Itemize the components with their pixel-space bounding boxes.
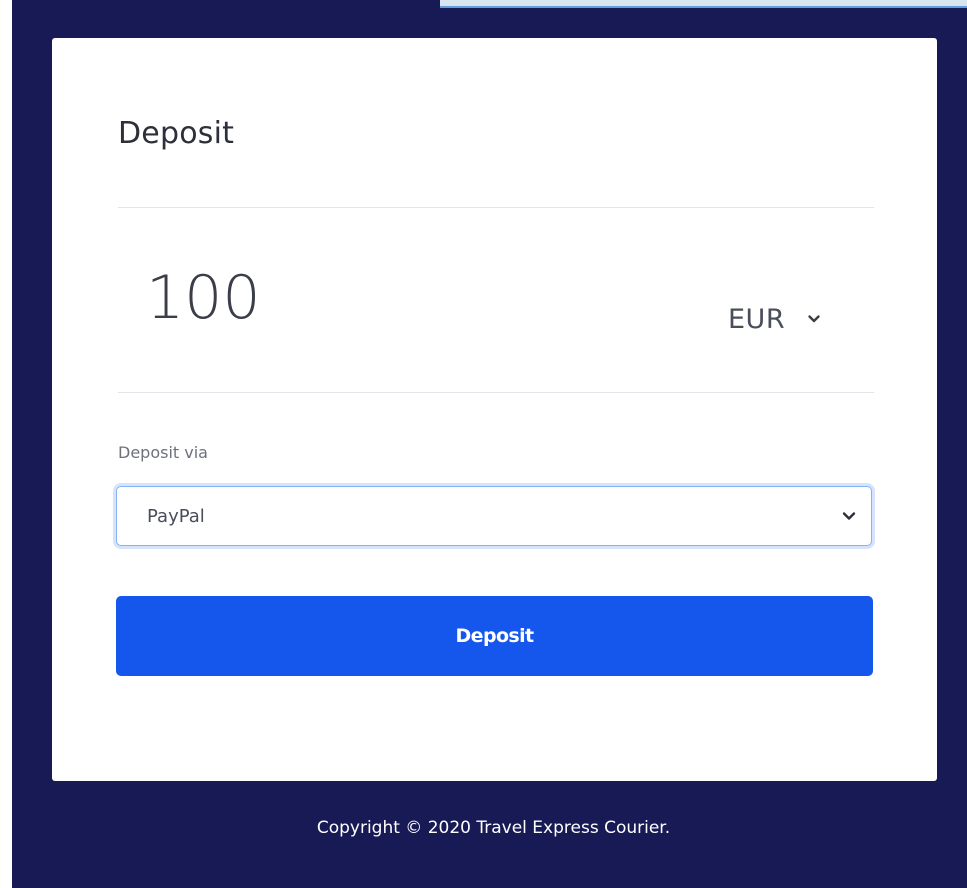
- copyright-text: Copyright © 2020 Travel Express Courier.: [316, 818, 671, 838]
- amount-value[interactable]: 100: [146, 268, 261, 328]
- chevron-down-icon: [807, 312, 821, 326]
- deposit-via-value: PayPal: [147, 505, 205, 527]
- card-title: Deposit: [118, 116, 235, 151]
- deposit-via-select[interactable]: PayPal: [116, 486, 872, 546]
- background-top-bar: [440, 0, 967, 8]
- background-panel-left: [0, 0, 12, 888]
- chevron-down-icon: [841, 508, 857, 524]
- deposit-button[interactable]: Deposit: [116, 596, 873, 676]
- currency-select[interactable]: EUR: [728, 297, 888, 341]
- currency-value: EUR: [728, 303, 786, 335]
- deposit-via-label: Deposit via: [118, 443, 208, 462]
- deposit-card: Deposit 100 EUR Deposit via PayPal Depos…: [52, 38, 937, 781]
- header-divider: [118, 207, 874, 208]
- amount-divider: [118, 392, 874, 393]
